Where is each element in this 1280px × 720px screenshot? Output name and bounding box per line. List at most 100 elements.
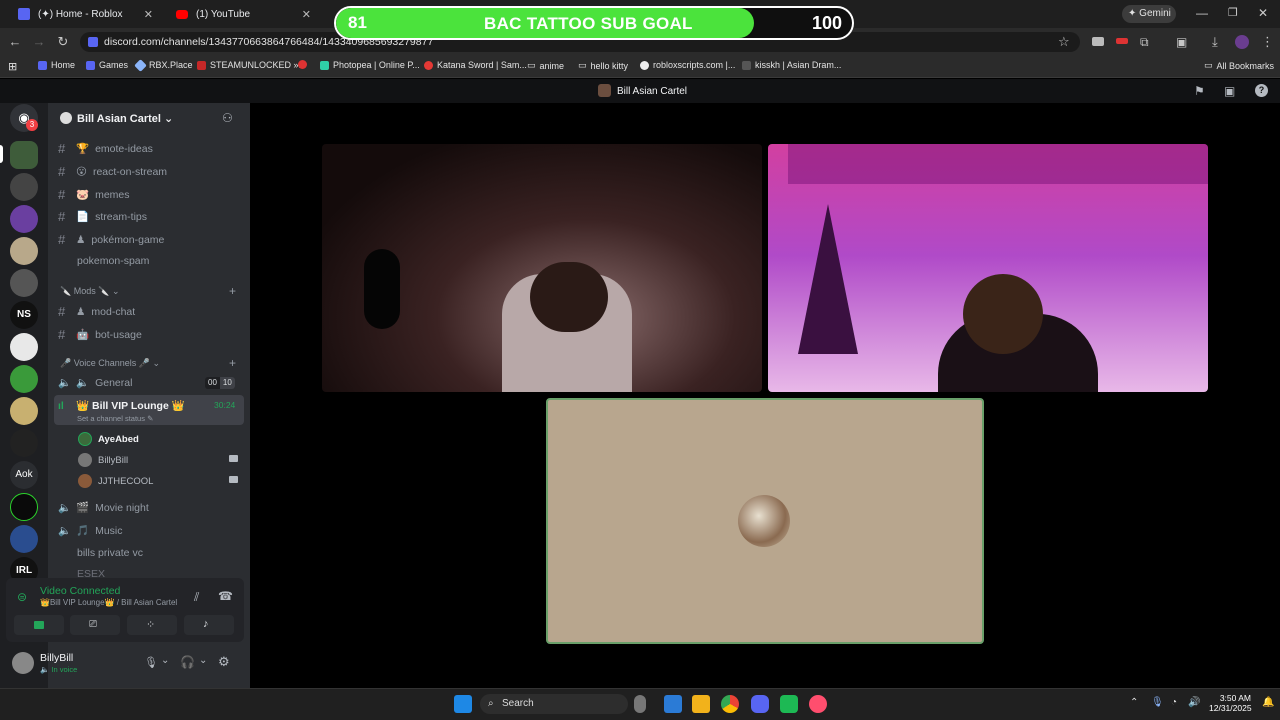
window-close-button[interactable]: ✕ [1258,6,1268,20]
bookmark-item[interactable]: Katana Sword | Sam... [424,60,527,70]
notification-bell-icon[interactable]: 🔔 [1262,697,1274,708]
opera-icon[interactable] [809,695,827,713]
flag-icon[interactable]: ⚑ [1194,84,1205,98]
channel-mod-chat[interactable]: # ♟ mod-chat [58,304,135,319]
chevron-down-icon[interactable]: ⌄ [161,655,169,666]
server-icon[interactable] [10,173,38,201]
microphone-icon[interactable]: 🎙 [144,656,158,669]
category-voice-channels[interactable]: 🎤 Voice Channels 🎤 ⌄ [60,358,160,369]
back-arrow-icon[interactable]: ← [6,33,24,51]
soundboard-button[interactable]: ♪ [184,615,234,635]
chevron-up-icon[interactable]: ⌃ [1130,697,1138,708]
puzzle-icon[interactable]: ⧉ [1140,35,1149,50]
all-bookmarks-folder[interactable]: ▭ All Bookmarks [1204,60,1274,71]
voice-channel-vip-lounge[interactable]: ıl 👑 Bill VIP Lounge 👑 [58,399,185,413]
bookmark-item[interactable]: STEAMUNLOCKED »... [197,60,306,70]
voice-user[interactable]: AyeAbed [78,432,139,446]
volume-icon[interactable]: 🔊 [1188,697,1200,708]
file-explorer-icon[interactable] [692,695,710,713]
reload-icon[interactable]: ↻ [54,33,72,51]
server-icon[interactable] [10,205,38,233]
minimize-button[interactable]: — [1196,6,1208,20]
app-icon[interactable] [780,695,798,713]
forward-arrow-icon[interactable]: → [30,33,48,51]
voice-channel-music[interactable]: 🔈 🎵 Music [58,524,123,538]
invite-people-icon[interactable]: ⚇ [222,111,233,125]
add-channel-icon[interactable]: + [229,284,236,298]
tab-youtube[interactable]: (1) YouTube ✕ [166,0,321,28]
channel-bot-usage[interactable]: # 🤖 bot-usage [58,327,142,342]
bookmark-item[interactable]: kisskh | Asian Dram... [742,60,841,70]
server-icon[interactable] [10,237,38,265]
tab-roblox[interactable]: (✦) Home - Roblox ✕ [8,0,163,28]
voice-user[interactable]: JJTHECOOL [78,474,153,488]
close-icon[interactable]: ✕ [302,8,311,21]
star-icon[interactable]: ☆ [1058,34,1070,50]
close-icon[interactable]: ✕ [144,8,153,21]
extension-icon[interactable] [1092,37,1104,46]
widget-icon[interactable] [634,695,646,713]
video-tile-user-1[interactable] [322,144,762,392]
clock[interactable]: 3:50 AM 12/31/2025 [1209,693,1252,713]
channel-pokemon-game[interactable]: # ♟ pokémon-game [58,232,164,247]
gear-icon[interactable]: ⚙ [218,654,230,670]
voice-channel-general[interactable]: 🔈 🔈 General [58,376,132,390]
channel-pokemon-spam[interactable]: pokemon-spam [77,255,149,267]
extension-icon[interactable] [1116,38,1128,44]
bookmark-item[interactable]: Home [38,60,75,70]
voice-user[interactable]: BillyBill [78,453,128,467]
inbox-icon[interactable]: ▣ [1224,84,1235,98]
add-channel-icon[interactable]: + [229,356,236,370]
channel-memes[interactable]: # 🐷 memes [58,187,130,202]
microphone-icon[interactable]: 🎙 [1151,697,1164,708]
video-tile-user-2[interactable] [768,144,1208,392]
bookmark-item[interactable]: Photopea | Online P... [320,60,420,70]
bookmark-item[interactable]: Games [86,60,128,70]
download-icon[interactable]: ⤓ [1212,34,1218,50]
bookmark-folder[interactable]: ▭ hello kitty [578,60,628,71]
server-icon[interactable] [10,493,38,521]
voice-channel-movie-night[interactable]: 🔈 🎬 Movie night [58,501,149,515]
server-icon[interactable]: Aok [10,461,38,489]
bookmark-item[interactable]: robloxscripts.com |... [640,60,735,70]
windows-start-icon[interactable] [454,695,472,713]
noise-suppression-icon[interactable]: ⫽ [194,590,199,605]
voice-channel-bills-private-vc[interactable]: bills private vc [77,547,143,559]
discord-icon[interactable] [751,695,769,713]
server-icon[interactable] [10,269,38,297]
channel-status-prompt[interactable]: Set a channel status ✎ [77,414,153,423]
bookmark-folder[interactable]: ▭ anime [527,60,564,71]
disconnect-icon[interactable]: ☎ [218,589,233,603]
sidepanel-icon[interactable]: ▣ [1176,35,1187,49]
headphones-icon[interactable]: 🎧 [180,655,195,669]
server-icon[interactable] [10,525,38,553]
channel-stream-tips[interactable]: # 📄 stream-tips [58,209,147,224]
chevron-down-icon[interactable]: ⌄ [199,655,207,666]
apps-grid-icon[interactable]: ⊞ [8,60,17,73]
server-icon[interactable] [10,333,38,361]
screen-share-button[interactable]: ⎚ [70,615,120,635]
gemini-button[interactable]: ✦ Gemini [1122,5,1176,23]
bookmark-item[interactable] [298,60,307,69]
activities-button[interactable]: ⁘ [127,615,177,635]
wifi-icon[interactable]: ◔ [1171,697,1177,708]
app-icon[interactable] [664,695,682,713]
taskbar-search-input[interactable]: ⌕ Search [480,694,628,714]
server-name-button[interactable]: Bill Asian Cartel ⌄ [77,112,173,125]
camera-button[interactable] [14,615,64,635]
maximize-button[interactable]: ❐ [1228,6,1238,19]
profile-avatar[interactable] [1235,35,1249,49]
channel-emote-ideas[interactable]: # 🏆 emote-ideas [58,141,153,156]
server-icon[interactable] [10,397,38,425]
menu-dots-icon[interactable]: ⋮ [1261,34,1274,50]
channel-react-on-stream[interactable]: # 😮 react-on-stream [58,164,167,179]
bookmark-item[interactable]: RBX.Place [134,58,193,72]
help-icon[interactable]: ? [1255,84,1268,97]
server-icon[interactable] [10,365,38,393]
server-icon[interactable] [10,429,38,457]
video-tile-ayeabed[interactable] [546,398,984,644]
chrome-icon[interactable] [721,695,739,713]
server-icon[interactable]: NS [10,301,38,329]
server-icon[interactable] [10,141,38,169]
category-mods[interactable]: 🔪 Mods 🔪 ⌄ [60,286,120,297]
